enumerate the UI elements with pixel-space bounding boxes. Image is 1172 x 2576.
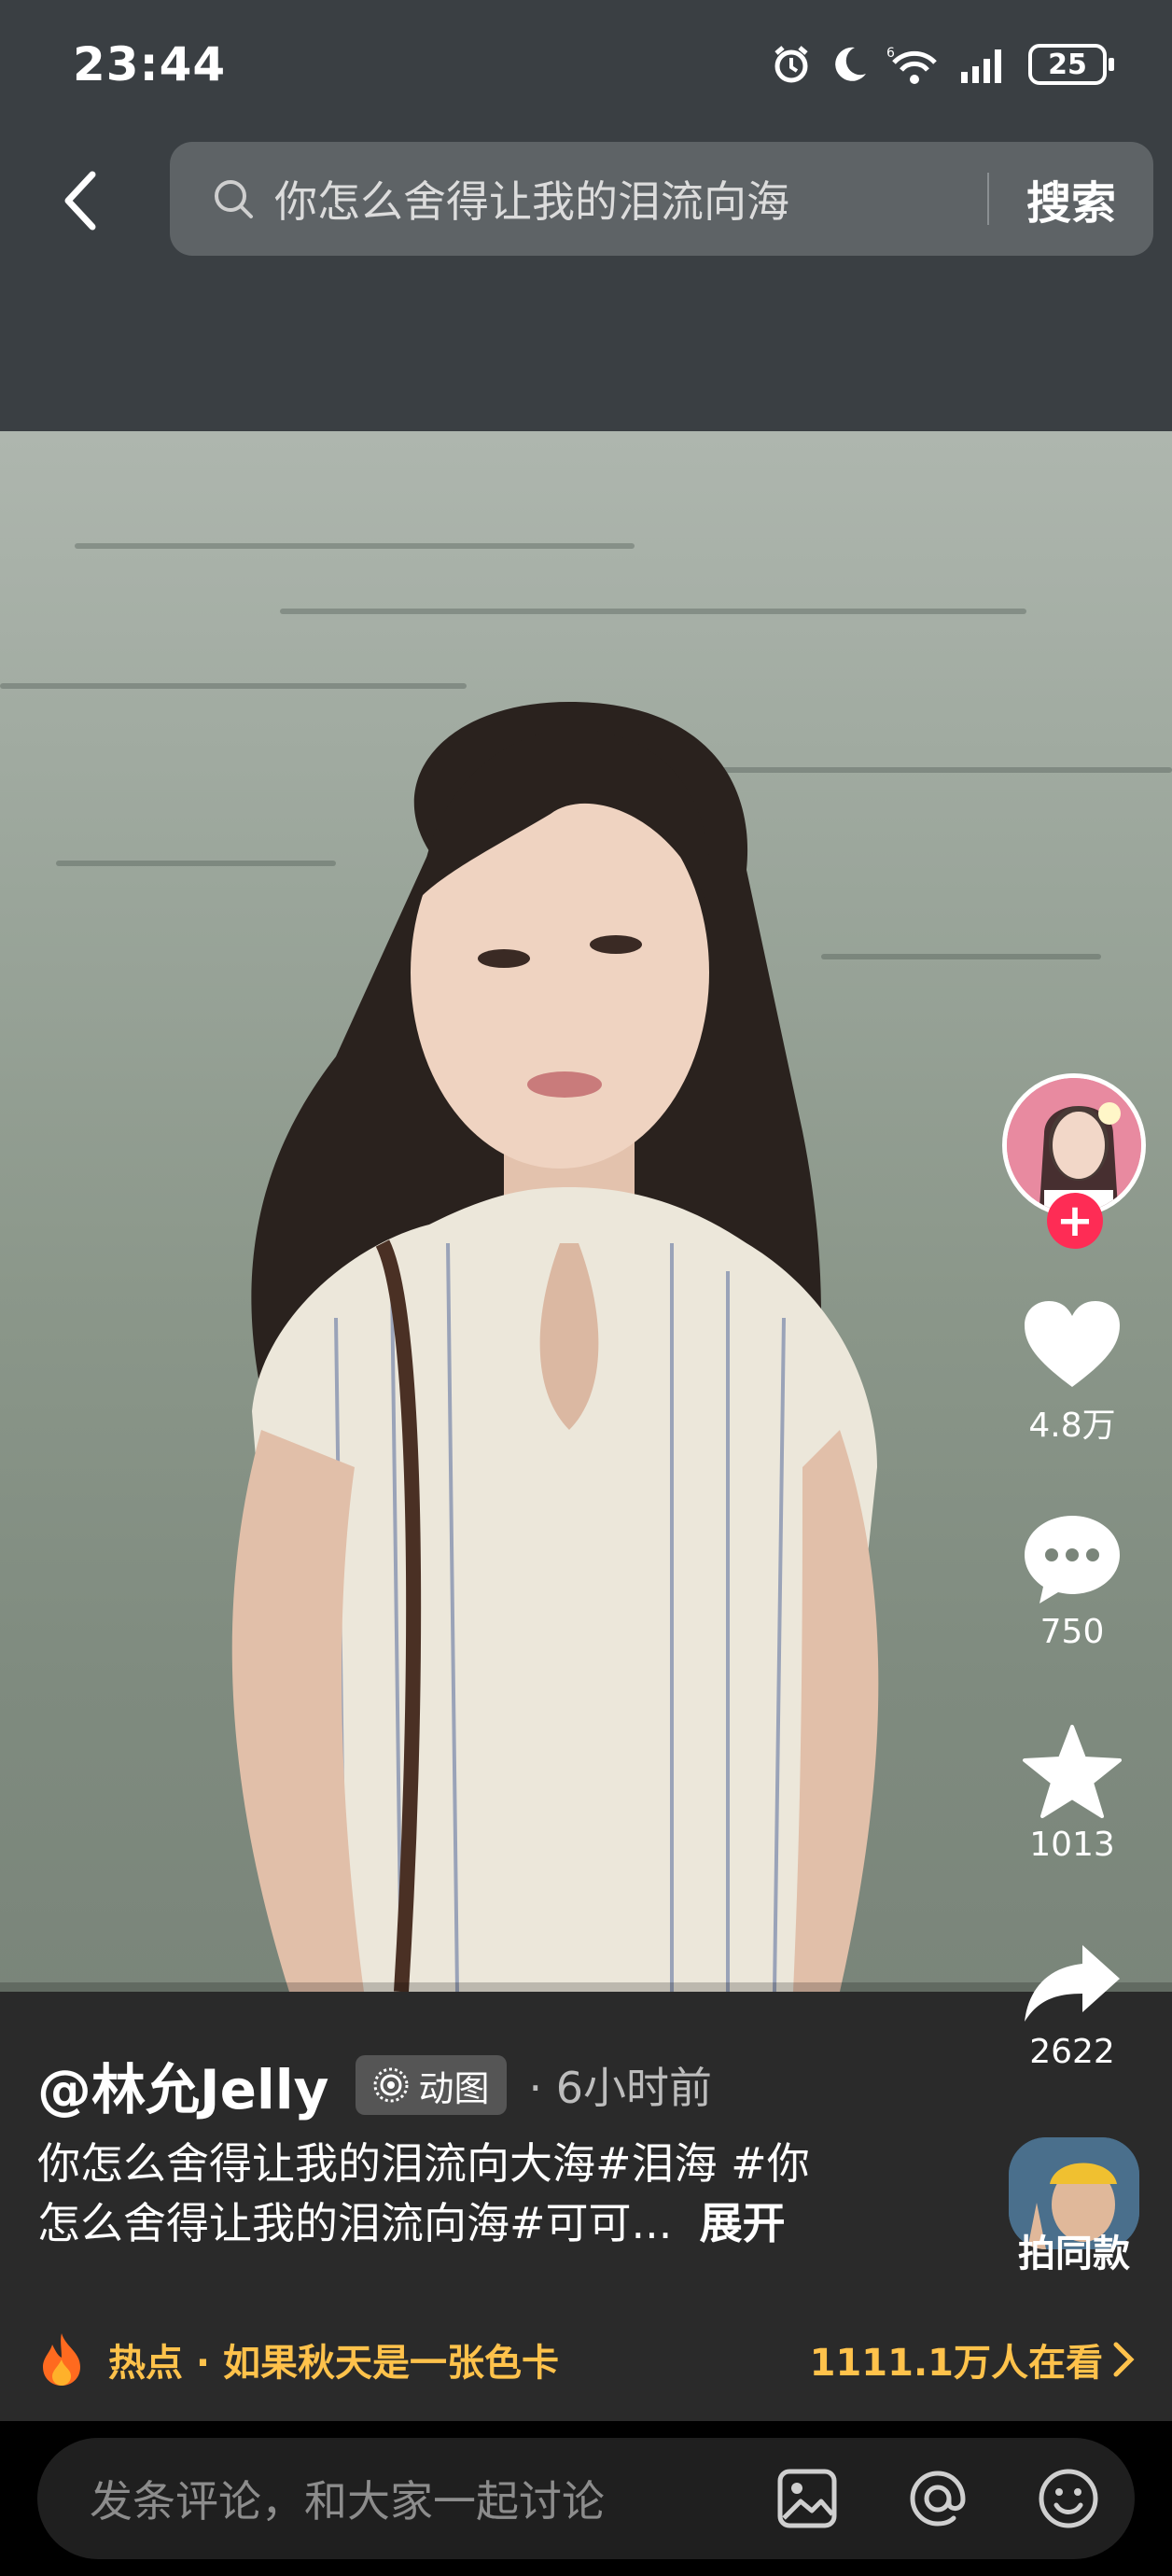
author-row: @林允Jelly 动图 · 6小时前 [37,2048,712,2122]
signal-icon [961,49,1001,83]
tag-label: 动图 [418,2067,490,2109]
emoji-icon [1039,2469,1098,2528]
live-photo-icon [373,2067,408,2103]
share-count: 2622 [1029,2033,1115,2071]
animated-image-tag: 动图 [355,2055,507,2115]
back-button[interactable] [47,163,112,238]
hot-topic-label: 热点 · 如果秋天是一张色卡 [108,2342,560,2385]
comment-count: 750 [1039,1613,1105,1651]
comment-bar[interactable]: 发条评论，和大家一起讨论 [37,2438,1135,2559]
share-button[interactable]: 2622 [993,1941,1151,2071]
mention-button[interactable] [905,2466,970,2531]
search-divider [986,173,989,225]
status-bar: 23:44 6 25 [0,0,1172,131]
hot-topic-bar[interactable]: 热点 · 如果秋天是一张色卡 1111.1万人在看 [37,2324,1135,2395]
back-arrow-icon [64,171,96,231]
water-ripple [75,543,635,549]
battery-indicator: 25 [1028,44,1114,85]
image-icon [777,2469,837,2528]
hot-viewers: 1111.1万人在看 [809,2342,1103,2385]
image-button[interactable] [774,2466,840,2531]
caption-line-2: 怎么舍得让我的泪流向海#可可... [37,2198,673,2248]
share-icon [1025,1945,1120,2022]
expand-button[interactable]: 展开 [700,2198,786,2248]
comment-area: 发条评论，和大家一起讨论 [0,2421,1172,2576]
chevron-right-icon [1113,2342,1135,2377]
post-time: · 6小时前 [528,2063,713,2113]
emoji-button[interactable] [1036,2466,1101,2531]
star-icon [1023,1725,1122,1818]
same-style-label: 拍同款 [1018,2233,1130,2275]
at-icon [910,2471,966,2527]
favorite-button[interactable]: 1013 [993,1725,1151,1864]
like-button[interactable]: 4.8万 [993,1297,1151,1447]
search-button[interactable]: 搜索 [1026,166,1116,231]
moon-icon [835,47,866,81]
alarm-icon [774,46,808,83]
status-time: 23:44 [73,37,227,91]
heart-icon [1025,1301,1120,1387]
comment-button[interactable]: 750 [993,1512,1151,1651]
caption-line-1: 你怎么舍得让我的泪流向大海#泪海 #你 [37,2138,810,2189]
post-caption[interactable]: 你怎么舍得让我的泪流向大海#泪海 #你 怎么舍得让我的泪流向海#可可... 展开 [37,2134,924,2253]
search-icon [215,180,253,218]
water-ripple [280,609,1026,614]
video-subject-figure [231,702,879,1992]
fire-icon [43,2333,80,2386]
comment-input[interactable]: 发条评论，和大家一起讨论 [90,2468,774,2529]
status-icons: 6 25 [771,41,1114,88]
follow-button[interactable]: + [1047,1193,1103,1249]
author-name[interactable]: @林允Jelly [37,2046,329,2124]
comment-icon [1025,1516,1120,1603]
wifi-icon: 6 [886,46,937,84]
search-bar[interactable]: 你怎么舍得让我的泪流向海 搜索 [170,142,1153,256]
search-input[interactable]: 你怎么舍得让我的泪流向海 [274,168,987,230]
network-label: 6 [886,46,895,61]
like-count: 4.8万 [1028,1407,1116,1445]
same-style-button[interactable]: 拍同款 [1004,2137,1144,2277]
favorite-count: 1013 [1029,1826,1115,1864]
